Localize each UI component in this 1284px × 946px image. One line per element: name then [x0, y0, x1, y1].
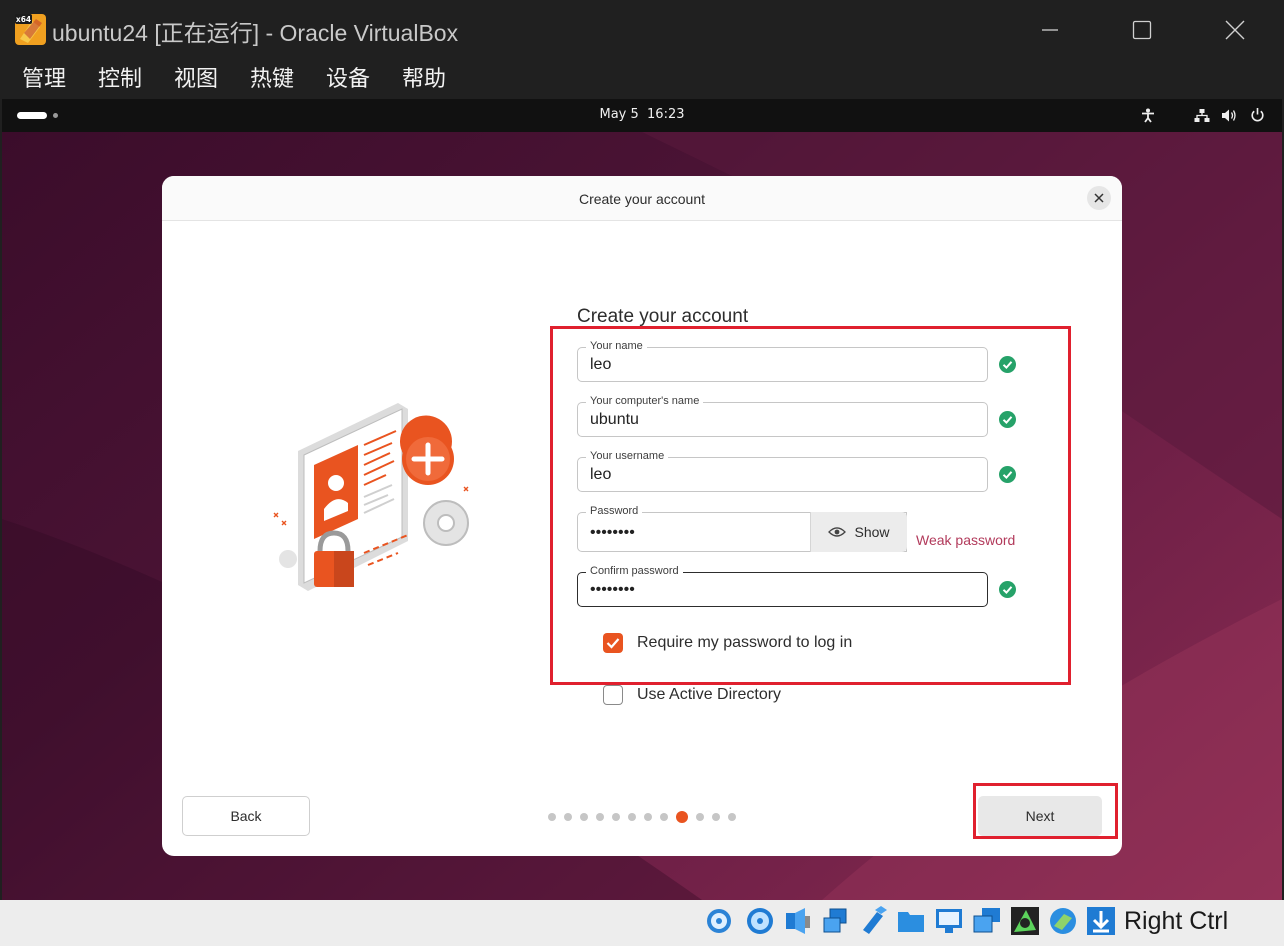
display-icon[interactable] — [934, 906, 964, 936]
back-button[interactable]: Back — [182, 796, 310, 836]
host-key-label: Right Ctrl — [1124, 907, 1229, 935]
gnome-top-bar: May 5 16:23 — [2, 99, 1282, 132]
step-indicator — [548, 811, 736, 823]
usb-icon[interactable] — [857, 906, 887, 936]
step-dot — [564, 813, 572, 821]
minimize-icon — [1042, 29, 1058, 31]
maximize-icon — [1132, 20, 1152, 40]
step-dot — [596, 813, 604, 821]
active-directory-checkbox[interactable] — [603, 685, 623, 705]
clock[interactable]: May 5 16:23 — [2, 107, 1282, 122]
virtualbox-x64-icon[interactable]: x64 — [14, 13, 47, 46]
account-illustration — [273, 403, 469, 591]
menu-hotkeys[interactable]: 热键 — [250, 61, 294, 93]
x64-badge: x64 — [16, 15, 31, 24]
step-dot-current — [676, 811, 688, 823]
window-title: ubuntu24 [正在运行] - Oracle VirtualBox — [52, 20, 459, 46]
dialog-close-button[interactable] — [1087, 186, 1111, 210]
highlight-annotation-next — [973, 783, 1118, 839]
menu-view[interactable]: 视图 — [174, 61, 218, 93]
step-dot — [696, 813, 704, 821]
status-bar: Right Ctrl — [0, 900, 1284, 946]
installer-dialog: Create your account Create your account … — [162, 176, 1122, 856]
step-dot — [580, 813, 588, 821]
step-dot — [712, 813, 720, 821]
close-window-button[interactable] — [1212, 8, 1258, 52]
dialog-header: Create your account — [162, 176, 1122, 221]
power-icon[interactable] — [1250, 107, 1265, 123]
network-icon[interactable] — [1194, 108, 1210, 123]
dialog-title: Create your account — [578, 191, 706, 207]
optical-drive-icon[interactable] — [745, 906, 775, 936]
step-dot — [612, 813, 620, 821]
shared-folders-icon[interactable] — [896, 906, 926, 936]
close-icon — [1225, 20, 1245, 40]
arrow-down-icon[interactable] — [1086, 906, 1116, 936]
guest-additions-icon[interactable] — [1010, 906, 1040, 936]
volume-icon[interactable] — [1221, 108, 1237, 123]
menu-devices[interactable]: 设备 — [326, 61, 370, 93]
menu-control[interactable]: 控制 — [98, 61, 142, 93]
form-title: Create your account — [577, 306, 749, 327]
menu-bar: 管理 控制 视图 热键 设备 帮助 — [0, 58, 1284, 99]
audio-icon[interactable] — [783, 906, 813, 936]
step-dot — [644, 813, 652, 821]
accessibility-icon[interactable] — [1141, 108, 1155, 123]
network-adapter-icon[interactable] — [820, 906, 850, 936]
menu-help[interactable]: 帮助 — [402, 61, 446, 93]
step-dot — [628, 813, 636, 821]
step-dot — [728, 813, 736, 821]
close-icon — [1094, 193, 1104, 203]
maximize-button[interactable] — [1119, 8, 1165, 52]
video-capture-icon[interactable] — [972, 906, 1002, 936]
highlight-annotation-form — [550, 326, 1071, 685]
step-dot — [660, 813, 668, 821]
minimize-button[interactable] — [1027, 8, 1073, 52]
hard-disk-icon[interactable] — [704, 906, 734, 936]
guest-screen: May 5 16:23 Create your account Create y… — [2, 99, 1282, 900]
drag-and-drop-icon[interactable] — [1048, 906, 1078, 936]
menu-manage[interactable]: 管理 — [22, 61, 66, 93]
active-directory-label: Use Active Directory — [637, 686, 782, 703]
step-dot — [548, 813, 556, 821]
title-bar: x64 ubuntu24 [正在运行] - Oracle VirtualBox — [0, 0, 1284, 58]
